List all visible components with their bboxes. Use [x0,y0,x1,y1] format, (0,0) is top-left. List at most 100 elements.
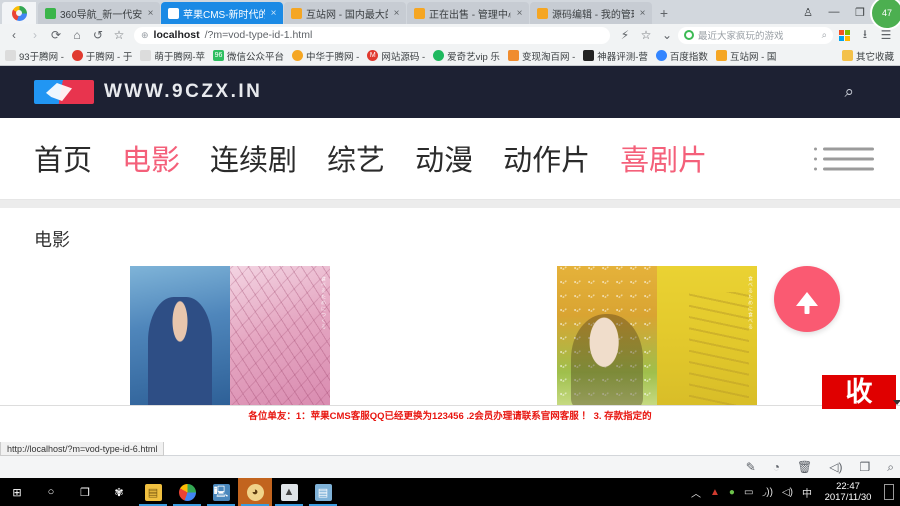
windows-taskbar: ⊞ ○ ❐ ✾ ▤ 🖳 ◕ ▲ ▤ ︿ ▲ ● ▭ ◞)) ◁) 中 22:47… [0,478,900,506]
file-explorer-button[interactable]: ▤ [136,478,170,506]
tray-volume-icon[interactable]: ◁) [782,487,793,498]
shirt-icon[interactable]: ♙ [796,1,820,23]
address-bar[interactable]: ⊕ localhost /?m=vod-type-id-1.html [134,26,610,44]
site-info-icon[interactable]: ⊕ [141,30,149,41]
bookmark-item[interactable]: 萌于腾网-苹 [140,49,205,63]
bookmark-item[interactable]: 神器评测-营 [583,49,648,63]
browser-tab[interactable]: 源码编辑 - 我的管理中心 × [530,2,652,24]
tab-strip: 360导航_新一代安全上网导 × 苹果CMS-新时代的视觉体 × 互站网 - 国… [0,0,900,30]
bookmark-item[interactable]: M 网站源码 - [367,49,425,63]
history-icon[interactable]: ◔ [773,460,780,474]
bookmark-item[interactable]: 于腾网 - 于 [71,49,133,63]
tab-close-icon[interactable]: × [392,8,401,19]
chrome-button[interactable] [170,478,204,506]
remote-desktop-button[interactable]: 🖳 [204,478,238,506]
tab-close-icon[interactable]: × [515,8,524,19]
other-bookmarks-button[interactable]: 其它收藏 [841,49,894,63]
search-icon[interactable]: ⌕ [822,30,827,41]
site-search-icon[interactable]: ⌕ [844,82,854,102]
bookmark-item[interactable]: 变现淘百网 - [507,49,575,63]
browser-status-bar: http://localhost/?m=vod-type-id-6.html ✎… [0,442,900,478]
folder-icon [841,50,853,61]
site-header: WWW.9CZX.IN ⌕ [0,66,900,118]
taskbar-clock[interactable]: 22:47 2017/11/30 [821,481,875,503]
folder-icon: ▤ [144,483,162,501]
bookmark-item[interactable]: 96 微信公众平台 [213,49,284,63]
bookmark-item[interactable]: 爱奇艺vip 乐 [433,49,500,63]
photos-button[interactable]: ▲ [272,478,306,506]
cortana-button[interactable]: ○ [34,478,68,506]
site-logo[interactable]: WWW.9CZX.IN [34,80,262,104]
tab-close-icon[interactable]: × [638,8,647,19]
back-button[interactable]: ‹ [4,25,24,45]
tab-title: 360导航_新一代安全上网导 [60,9,142,21]
browser-tab[interactable]: 正在出售 - 管理中心 × [407,2,529,24]
search-icon[interactable]: ⌕ [887,460,894,475]
download-icon[interactable]: ⭳ [855,25,875,45]
forward-button[interactable]: › [25,25,45,45]
nav-item-variety[interactable]: 综艺 [327,137,385,181]
trash-icon[interactable]: 🗑 [797,460,812,474]
site-nav-items: 首页 电影 连续剧 综艺 动漫 动作片 喜剧片 [34,137,708,207]
window-icon[interactable]: ❐ [860,460,871,474]
menu-bar-icon [823,167,874,170]
nav-item-home[interactable]: 首页 [34,137,92,181]
back-to-top-button[interactable] [774,266,840,332]
reload-icon[interactable]: ⟳ [46,25,66,45]
tray-security-icon[interactable]: ▲ [710,487,720,498]
bookmark-item[interactable]: 93于腾网 - [5,49,64,63]
app-fan-button[interactable]: ✾ [102,478,136,506]
site-logo-icon [34,80,94,104]
search-input[interactable]: 最近大家疯玩的游戏 ⌕ [678,26,833,44]
extension-icon[interactable]: ⚡ [615,25,635,45]
task-view-icon: ❐ [80,486,90,499]
profile-badge[interactable]: 47 [870,0,900,30]
bookmark-item[interactable]: 百度指数 [655,49,708,63]
bookmark-label: 百度指数 [669,51,708,63]
poster-card[interactable]: 食べるためにつくる [130,266,330,408]
editor-button[interactable]: ▤ [306,478,340,506]
nav-item-comedy[interactable]: 喜剧片 [620,137,708,207]
nav-menu-button[interactable] [814,140,874,177]
bookmark-label: 于腾网 - 于 [85,51,133,63]
tab-favicon-icon [291,7,302,19]
tray-battery-icon[interactable]: ▭ [744,487,753,498]
tray-expand-icon[interactable]: ︿ [691,485,701,500]
star-icon[interactable]: ☆ [636,25,656,45]
tray-update-icon[interactable]: ● [729,487,735,498]
browser-tab[interactable]: 360导航_新一代安全上网导 × [38,2,160,24]
start-button[interactable]: ⊞ [0,478,34,506]
bookmark-item[interactable]: 中华于腾网 - [292,49,359,63]
nav-item-anime[interactable]: 动漫 [415,137,473,181]
tray-network-icon[interactable]: ◞)) [762,487,773,498]
nav-item-series[interactable]: 连续剧 [210,137,297,181]
chevron-down-icon[interactable]: ⌄ [657,25,677,45]
poster-card[interactable]: 食べるために食べる [557,266,757,408]
brush-icon[interactable]: ✎ [746,460,756,474]
tab-close-icon[interactable]: × [269,8,278,19]
minimize-button[interactable]: — [822,1,846,23]
task-view-button[interactable]: ❐ [68,478,102,506]
volume-icon[interactable]: ◁) [829,460,842,474]
windows-apps-icon[interactable] [834,25,854,45]
new-tab-button[interactable]: + [653,2,675,24]
poster-image-left [130,266,230,408]
bookmark-star-icon[interactable]: ☆ [109,25,129,45]
nav-item-movies[interactable]: 电影 [122,137,181,207]
bookmark-favicon-icon [71,50,83,61]
tray-ime-icon[interactable]: 中 [802,485,812,500]
owl-app-button[interactable]: ◕ [238,478,272,506]
tab-close-icon[interactable]: × [146,8,155,19]
collect-button[interactable]: 收 [822,375,896,409]
browser-tab-active[interactable]: 苹果CMS-新时代的视觉体 × [161,2,283,24]
nav-item-action[interactable]: 动作片 [503,137,590,181]
browser-tab[interactable]: 互站网 - 国内最大的网站交 × [284,2,406,24]
maximize-button[interactable]: ❐ [848,1,872,23]
history-icon[interactable]: ↺ [88,25,108,45]
show-desktop-button[interactable] [884,484,894,500]
bookmark-item[interactable]: 互站网 - 国 [715,49,776,63]
home-icon[interactable]: ⌂ [67,25,87,45]
search-placeholder: 最近大家疯玩的游戏 [698,31,784,42]
tab-favicon-icon [537,7,548,19]
collect-caret-icon[interactable] [893,400,900,405]
